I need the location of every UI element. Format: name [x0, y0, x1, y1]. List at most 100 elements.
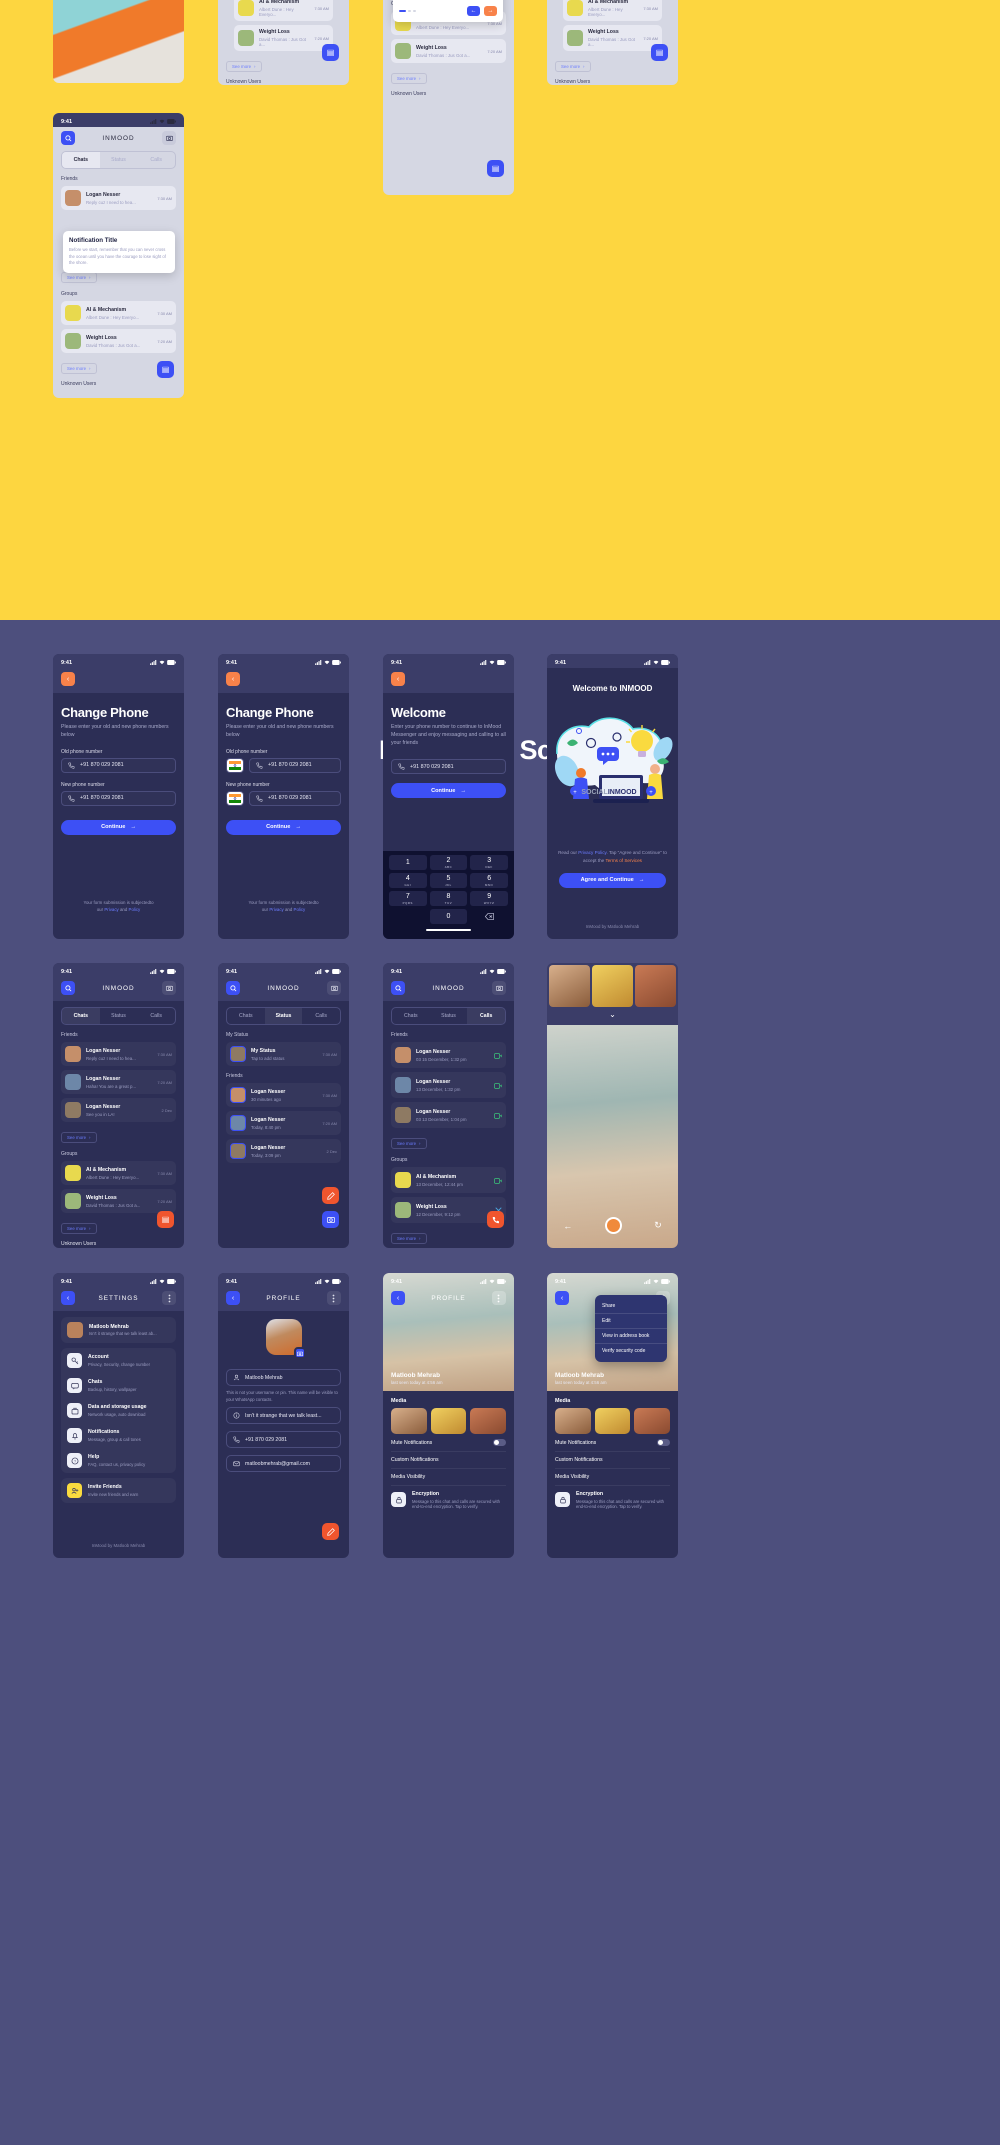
- back-button[interactable]: ‹: [391, 1291, 405, 1305]
- custom-notifications-row[interactable]: Custom Notifications: [391, 1452, 506, 1469]
- settings-item-account[interactable]: Account Privacy, Security, change number: [61, 1348, 176, 1373]
- mute-notifications-toggle[interactable]: [657, 1439, 670, 1446]
- see-more-button[interactable]: See more ›: [61, 363, 97, 374]
- video-call-icon[interactable]: [493, 1046, 502, 1064]
- edit-profile-fab[interactable]: [322, 1523, 339, 1540]
- list-item[interactable]: AI & Mechanism 13 December, 12:44 pm: [391, 1167, 506, 1193]
- more-options-button[interactable]: [326, 1291, 341, 1305]
- privacy-link[interactable]: Privacy: [104, 907, 118, 912]
- media-thumb[interactable]: [555, 1408, 591, 1434]
- context-menu[interactable]: Share Edit View in address book Verify s…: [595, 1295, 667, 1362]
- encryption-row[interactable]: Encryption Message to this chat and call…: [547, 1486, 678, 1514]
- tab-calls[interactable]: Calls: [467, 1008, 505, 1024]
- list-item[interactable]: Logan Nesser Reply cuz I need to hea... …: [61, 1042, 176, 1066]
- back-button[interactable]: ‹: [61, 1291, 75, 1305]
- tab-status[interactable]: Status: [100, 152, 138, 168]
- back-button[interactable]: ‹: [555, 1291, 569, 1305]
- key-9[interactable]: 9 WXYZ: [470, 891, 508, 906]
- tab-chats[interactable]: Chats: [62, 152, 100, 168]
- chevron-down-icon[interactable]: ⌄: [547, 1011, 678, 1019]
- back-arrow-icon[interactable]: ←: [563, 1221, 572, 1231]
- media-thumb[interactable]: [391, 1408, 427, 1434]
- list-item[interactable]: Logan Nesser Today, 8:40 pm 7:20 AM: [226, 1111, 341, 1135]
- settings-item-data-storage[interactable]: Data and storage usage Network usage, au…: [61, 1398, 176, 1423]
- tab-calls[interactable]: Calls: [302, 1008, 340, 1024]
- key-5[interactable]: 5 JKL: [429, 873, 468, 888]
- tab-chats[interactable]: Chats: [62, 1008, 100, 1024]
- tab-bar[interactable]: Chats Status Calls: [226, 1007, 341, 1025]
- menu-item-edit[interactable]: Edit: [595, 1313, 667, 1328]
- country-flag-selector[interactable]: [226, 757, 244, 773]
- media-thumb[interactable]: [634, 1408, 670, 1434]
- new-phone-input[interactable]: +91 870 029 2081: [249, 790, 341, 806]
- new-chat-fab[interactable]: ▤: [157, 1211, 174, 1228]
- see-more-button[interactable]: See more ›: [61, 1223, 97, 1234]
- key-8[interactable]: 8 TUV: [429, 891, 468, 906]
- camera-status-fab[interactable]: [322, 1211, 339, 1228]
- video-call-icon[interactable]: [493, 1076, 502, 1094]
- settings-item-notifications[interactable]: Notifications Message, group & call tone…: [61, 1423, 176, 1448]
- privacy-policy-link[interactable]: Privacy Policy: [578, 850, 606, 855]
- settings-invite-card[interactable]: Invite Friends Invite new friends and ea…: [61, 1478, 176, 1503]
- video-call-icon[interactable]: [493, 1171, 502, 1189]
- new-chat-fab[interactable]: ▤: [487, 160, 504, 177]
- privacy-link[interactable]: Privacy: [269, 907, 283, 912]
- key-7[interactable]: 7 PQRS: [389, 891, 427, 906]
- my-status-item[interactable]: My Status Tap to add status 7:30 AM: [226, 1042, 341, 1066]
- media-grid[interactable]: [391, 1408, 506, 1434]
- old-phone-input[interactable]: +91 870 029 2081: [61, 757, 176, 773]
- search-button[interactable]: [61, 981, 75, 995]
- list-item[interactable]: Logan Nesser See you in LA! 2 Dec: [61, 1098, 176, 1122]
- menu-item-verify-security-code[interactable]: Verify security code: [595, 1343, 667, 1358]
- settings-item-chats[interactable]: Chats Backup, history, wallpaper: [61, 1373, 176, 1398]
- media-visibility-row[interactable]: Media Visibility: [555, 1469, 670, 1486]
- media-thumb[interactable]: [430, 1408, 467, 1434]
- settings-profile-card[interactable]: Matloob Mehrab Isn't it strange that we …: [61, 1317, 176, 1343]
- menu-item-share[interactable]: Share: [595, 1299, 667, 1313]
- see-more-button[interactable]: See more ›: [61, 1132, 97, 1143]
- list-item[interactable]: AI & Mechanism Albert Dune : Hey Everyo.…: [61, 1161, 176, 1185]
- profile-name-input[interactable]: Matloob Mehrab: [226, 1369, 341, 1386]
- tab-status[interactable]: Status: [430, 1008, 468, 1024]
- search-button[interactable]: [391, 981, 405, 995]
- back-button[interactable]: ‹: [226, 672, 240, 686]
- tab-chats[interactable]: Chats: [392, 1008, 430, 1024]
- edit-status-fab[interactable]: [322, 1187, 339, 1204]
- tutorial-next-button[interactable]: →: [484, 5, 497, 16]
- new-phone-input[interactable]: +91 870 029 2081: [61, 790, 176, 806]
- key-6[interactable]: 6 MNO: [470, 873, 508, 888]
- back-button[interactable]: ‹: [61, 672, 75, 686]
- list-item[interactable]: Logan Nesser 03 13 December, 1:04 pm: [391, 1102, 506, 1128]
- media-visibility-row[interactable]: Media Visibility: [391, 1469, 506, 1486]
- continue-button[interactable]: Continue →: [61, 819, 176, 835]
- change-photo-button[interactable]: [293, 1347, 306, 1359]
- profile-status-input[interactable]: Isn't it strange that we talk least...: [226, 1407, 341, 1425]
- policy-link[interactable]: Policy: [294, 907, 306, 912]
- new-call-fab[interactable]: [487, 1211, 504, 1228]
- new-chat-fab[interactable]: ▤: [157, 361, 174, 378]
- continue-button[interactable]: Continue →: [226, 819, 341, 835]
- see-more-button[interactable]: See more ›: [391, 1233, 427, 1244]
- more-options-button[interactable]: [491, 1291, 506, 1305]
- tab-calls[interactable]: Calls: [137, 1008, 175, 1024]
- key-1[interactable]: 1: [389, 855, 427, 870]
- list-item[interactable]: Logan Nesser 03 15 December, 1:32 pm: [391, 1042, 506, 1068]
- policy-link[interactable]: Policy: [129, 907, 141, 912]
- tab-bar[interactable]: Chats Status Calls: [391, 1007, 506, 1025]
- more-options-button[interactable]: [162, 1291, 176, 1305]
- media-thumb[interactable]: [594, 1408, 631, 1434]
- mute-notifications-row[interactable]: Mute Notifications: [391, 1434, 506, 1452]
- new-chat-fab[interactable]: ▤: [322, 44, 339, 61]
- see-more-button[interactable]: See more ›: [61, 272, 97, 283]
- profile-email-input[interactable]: matloobmehrab@gmail.com: [226, 1455, 341, 1473]
- custom-notifications-row[interactable]: Custom Notifications: [555, 1452, 670, 1469]
- key-2[interactable]: 2 ABC: [429, 855, 468, 870]
- media-grid[interactable]: [555, 1408, 670, 1434]
- list-item[interactable]: Logan Nesser Haha! You are a great p... …: [61, 1070, 176, 1094]
- key-3[interactable]: 3 DEF: [470, 855, 508, 870]
- gallery-thumb[interactable]: [592, 965, 633, 1007]
- mute-notifications-row[interactable]: Mute Notifications: [555, 1434, 670, 1452]
- terms-of-services-link[interactable]: Terms of Services: [605, 858, 642, 863]
- tab-bar[interactable]: Chats Status Calls: [61, 1007, 176, 1025]
- profile-phone-input[interactable]: +91 870 029 2081: [226, 1431, 341, 1449]
